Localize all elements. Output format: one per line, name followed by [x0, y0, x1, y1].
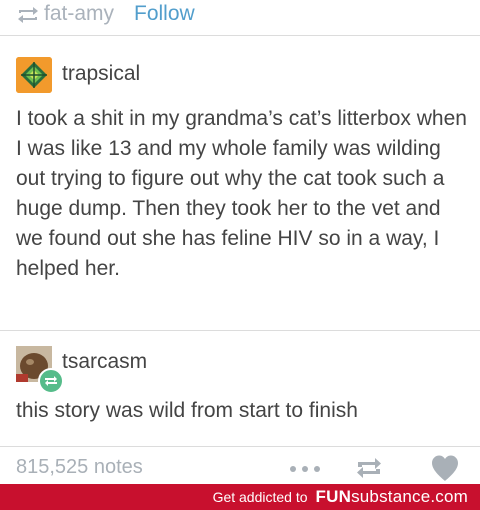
dot — [302, 466, 308, 472]
more-icon[interactable] — [290, 466, 320, 474]
post-author-username[interactable]: trapsical — [62, 62, 140, 86]
reblog-icon — [45, 376, 57, 386]
divider — [0, 35, 480, 36]
reblog-badge — [38, 368, 64, 394]
reply-body-text: this story was wild from start to finish — [16, 399, 358, 422]
reblog-icon — [18, 7, 38, 23]
divider — [0, 330, 480, 331]
banner-tagline: Get addicted to — [212, 489, 308, 505]
site-banner[interactable]: Get addicted to FUNsubstance.com — [0, 484, 480, 510]
brand-tld: .com — [430, 487, 468, 506]
dot — [314, 466, 320, 472]
divider — [0, 446, 480, 447]
banner-brand: FUNsubstance.com — [316, 487, 468, 507]
avatar[interactable] — [16, 346, 64, 394]
reblogger-username[interactable]: fat-amy — [44, 2, 114, 26]
avatar-diamond-icon — [16, 57, 52, 93]
avatar[interactable] — [16, 57, 52, 93]
brand-light: substance — [351, 487, 431, 506]
reply-author-username[interactable]: tsarcasm — [62, 350, 147, 374]
post-header: fat-amy Follow — [0, 0, 480, 30]
heart-button[interactable] — [430, 454, 460, 482]
notes-count[interactable]: 815,525 notes — [16, 456, 143, 479]
reblog-button[interactable] — [354, 456, 384, 480]
follow-button[interactable]: Follow — [134, 2, 195, 26]
brand-bold: FUN — [315, 487, 352, 506]
dot — [290, 466, 296, 472]
post-body-text: I took a shit in my grandma’s cat’s litt… — [16, 107, 467, 280]
